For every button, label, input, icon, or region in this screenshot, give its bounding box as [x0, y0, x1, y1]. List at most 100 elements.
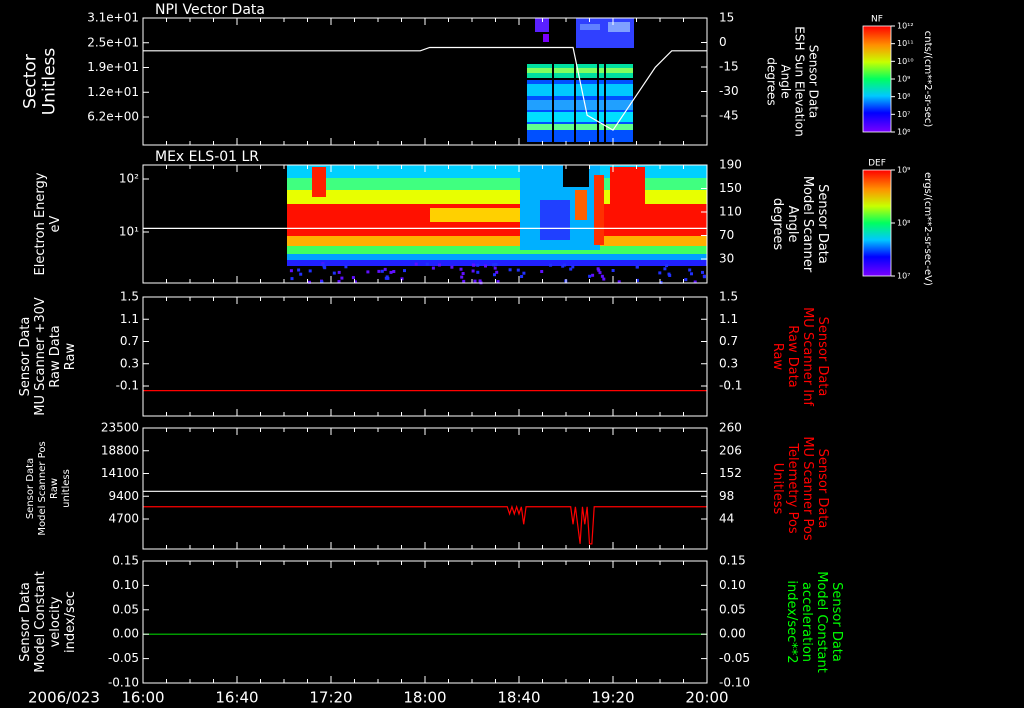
els-band [287, 246, 707, 254]
colorbar-tick-label: 10⁷ [897, 272, 910, 281]
els-speckle [471, 263, 475, 267]
els-speckle [459, 267, 463, 271]
els-speckle [425, 262, 429, 266]
right-axis-label: Telemetry Pos [785, 442, 800, 534]
npi-upper-patch [543, 34, 549, 42]
colorbar-tick-label: 10¹¹ [897, 39, 914, 48]
right-tick-label: 0.05 [719, 602, 746, 616]
els-band [287, 236, 707, 246]
right-axis-label: ESH Sun Elevation [793, 26, 807, 136]
els-speckle [438, 263, 441, 267]
panel-3-frame [142, 296, 708, 417]
els-speckle [332, 271, 336, 275]
els-speckle [549, 263, 553, 267]
right-tick-label: 44 [719, 512, 734, 526]
y-tick-label: -0.1 [116, 379, 139, 393]
colorbar-tick-label: 10⁹ [897, 75, 910, 84]
y-tick-label: 14100 [101, 466, 139, 480]
right-tick-label: 0.00 [719, 627, 746, 641]
right-axis-label: Sensor Data [829, 582, 844, 662]
left-axis-label: eV [48, 215, 63, 232]
right-tick-label: 0.7 [719, 334, 738, 348]
right-axis-label: index/sec**2 [784, 580, 799, 663]
x-tick-label: 17:20 [309, 689, 352, 707]
right-axis-label: Sensor Data [815, 317, 830, 397]
y-tick-label: 3.1e+01 [87, 11, 139, 25]
left-axis-label: Electron Energy [33, 172, 48, 275]
y-tick-label: 6.2e+00 [87, 110, 139, 124]
els-patch [594, 175, 604, 245]
x-tick-label: 18:00 [403, 689, 446, 707]
npi-band [527, 68, 633, 73]
right-axis-label: MU Scanner Pos [800, 436, 815, 541]
els-speckle [492, 263, 496, 267]
els-speckle [471, 269, 475, 273]
right-tick-label: -0.10 [719, 676, 750, 690]
left-axis-label: Raw Data [48, 325, 63, 388]
right-tick-label: -30 [719, 84, 739, 98]
els-speckle [377, 269, 381, 273]
els-speckle [340, 276, 344, 280]
right-axis-label: Sensor Data [815, 449, 830, 529]
y-tick-label: 4700 [108, 512, 139, 526]
x-tick-label: 18:40 [497, 689, 540, 707]
right-axis-label: MU Scanner Inf [800, 307, 815, 406]
els-speckle [461, 272, 465, 275]
els-disturbed [540, 200, 570, 240]
panel-5-frame [142, 560, 708, 684]
left-axis-label: MU Scanner +30V [33, 297, 48, 416]
right-axis-label: Angle [785, 206, 800, 243]
npi-gap [604, 60, 606, 145]
y-tick-label: 1.5 [120, 290, 139, 304]
els-patch [430, 208, 520, 222]
right-axis-label: Sensor Data [815, 184, 830, 264]
els-speckle [602, 277, 606, 281]
els-speckle [635, 265, 639, 269]
els-speckle [290, 277, 294, 281]
els-speckle [380, 269, 384, 273]
right-axis-label: Angle [779, 64, 793, 98]
y-tick-label: 2.5e+01 [87, 35, 139, 49]
els-speckle [403, 269, 406, 273]
els-speckle [688, 268, 692, 272]
npi-gap [552, 60, 554, 145]
npi-gap [574, 60, 576, 145]
right-axis-label: degrees [765, 57, 779, 105]
left-axis-label: Sensor Data [18, 317, 33, 397]
colorbar-tick-label: 10⁷ [897, 110, 910, 119]
npi-band [527, 100, 633, 110]
colorbar-unit-label: ergs/(cm**2-sr-sec-eV) [922, 172, 933, 286]
npi-band [527, 84, 633, 96]
y-tick-label: 1.2e+01 [87, 85, 139, 99]
left-axis-label: Model Constant [33, 571, 48, 673]
colorbar-tick-label: 10¹⁰ [897, 57, 914, 66]
y-tick-label: 0.10 [112, 578, 139, 592]
y-tick-label: 10² [119, 172, 139, 186]
right-tick-label: 15 [719, 11, 734, 25]
els-speckle [473, 279, 477, 283]
els-speckle [522, 271, 526, 275]
colorbar-tick-label: 10⁸ [897, 92, 910, 101]
right-tick-label: 190 [719, 158, 742, 172]
els-speckle [462, 279, 466, 283]
els-burst [610, 167, 645, 207]
els-speckle [520, 275, 524, 278]
right-tick-label: 260 [719, 421, 742, 435]
els-band [287, 254, 707, 260]
els-speckle [384, 276, 388, 280]
els-speckle [344, 265, 348, 269]
right-tick-label: 0 [719, 35, 727, 49]
els-speckle [600, 274, 604, 278]
els-speckle [690, 272, 693, 276]
colorbar-tag: NF [871, 15, 883, 25]
chart-window: 3.1e+01 2.5e+01 1.9e+01 1.2e+01 6.2e+00 15 0 -1… [0, 0, 1024, 708]
y-tick-label: 23500 [101, 421, 139, 435]
right-axis-label: Unitless [770, 463, 785, 515]
els-speckle [366, 270, 370, 274]
right-axis-label: Model Constant [814, 571, 829, 673]
colorbar-1 [862, 25, 892, 133]
y-tick-label: 1.9e+01 [87, 60, 139, 74]
right-axis-label: Raw Data [785, 325, 800, 388]
colorbar-tick-label: 10⁶ [897, 128, 910, 137]
right-axis-label: Raw [770, 343, 785, 371]
